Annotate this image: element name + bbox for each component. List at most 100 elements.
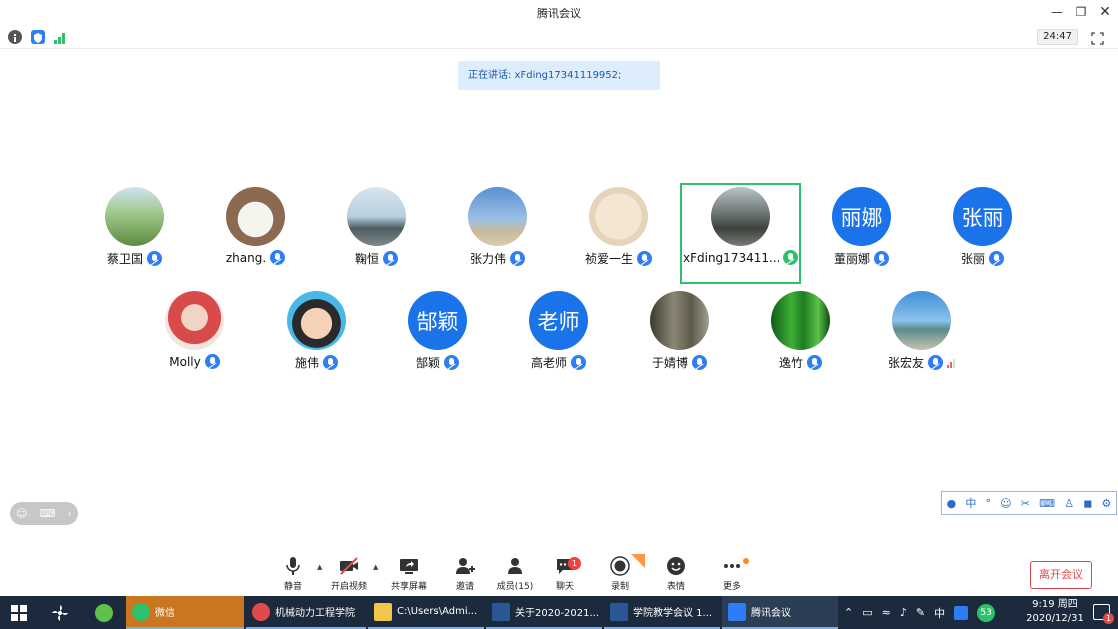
battery-icon[interactable]: ▭: [862, 606, 872, 619]
participant-tile[interactable]: 老师 高老师: [498, 287, 619, 388]
clock-date: 2020/12/31: [1026, 613, 1084, 624]
avatar: 老师: [529, 291, 588, 350]
start-button[interactable]: [0, 596, 38, 629]
taskbar-app-explorer[interactable]: C:\Users\Admi...: [368, 596, 484, 629]
more-notification-dot: [743, 558, 749, 564]
notification-center-icon[interactable]: 1: [1093, 604, 1114, 624]
participant-name: 张宏友: [887, 356, 924, 370]
taskbar-app-word-2[interactable]: 学院教学会议 1...: [604, 596, 720, 629]
participant-tile[interactable]: zhang.: [195, 183, 316, 284]
tray-security-badge[interactable]: 53: [977, 603, 996, 622]
invite-button[interactable]: 邀请: [440, 556, 490, 596]
network-signal-icon[interactable]: [53, 30, 67, 44]
folder-icon: [374, 602, 392, 621]
video-options-caret[interactable]: ▲: [373, 563, 378, 571]
participant-tile[interactable]: 张丽 张丽: [922, 183, 1043, 284]
soft-keyboard-icon[interactable]: ⌨: [1039, 497, 1055, 510]
participant-tile[interactable]: 祯爱一生: [558, 183, 679, 284]
ime-logo-icon[interactable]: ●: [947, 497, 957, 510]
mic-on-icon: [147, 251, 162, 266]
settings-gear-icon[interactable]: ⚙: [1102, 497, 1112, 510]
mic-on-icon: [204, 354, 220, 369]
ime-toolbar[interactable]: ● 中 ° ☺ ✂ ⌨ ♙ ◼ ⚙: [941, 491, 1117, 515]
video-off-icon: [340, 557, 358, 575]
members-label: 成员(15): [496, 582, 534, 592]
reactions-button[interactable]: 表情: [651, 556, 701, 596]
minimize-icon[interactable]: —: [1049, 4, 1065, 20]
pinned-app-green-icon[interactable]: [84, 596, 124, 629]
avatar: [892, 291, 951, 350]
chevron-left-icon[interactable]: ‹: [68, 507, 72, 520]
share-screen-button[interactable]: 共享屏幕: [384, 556, 434, 596]
keyboard-icon[interactable]: ⌨: [40, 507, 56, 520]
members-button[interactable]: 成员(15): [490, 556, 540, 596]
more-label: 更多: [722, 582, 741, 592]
avatar: 丽娜: [832, 187, 891, 246]
record-button[interactable]: 录制: [595, 554, 645, 596]
leave-meeting-button[interactable]: 离开会议: [1030, 561, 1092, 589]
pen-icon[interactable]: ✎: [916, 606, 925, 619]
meeting-info-bar: 24:47: [0, 25, 1118, 49]
taskbar-app-browser[interactable]: 机械动力工程学院: [246, 596, 366, 629]
ime-emoji-icon[interactable]: ☺: [1000, 497, 1011, 510]
volume-icon[interactable]: ♪: [900, 606, 907, 619]
participant-tile[interactable]: 张力伟: [437, 183, 558, 284]
fullscreen-icon[interactable]: [1091, 30, 1104, 45]
participant-tile[interactable]: 丽娜 董丽娜: [801, 183, 922, 284]
taskbar-clock[interactable]: 9:19 周四 2020/12/31: [1022, 598, 1088, 626]
share-label: 共享屏幕: [390, 582, 427, 592]
user-icon[interactable]: ♙: [1064, 497, 1074, 510]
share-screen-icon: [400, 559, 418, 574]
punctuation-icon[interactable]: °: [986, 497, 992, 510]
avatar: [711, 187, 770, 246]
mic-on-icon: [874, 251, 889, 266]
mute-label: 静音: [283, 582, 302, 592]
audio-level-icon: [947, 358, 955, 368]
participant-tile[interactable]: 逸竹: [740, 287, 861, 388]
floating-toolbar[interactable]: ☺ ⌨ ‹: [10, 502, 78, 525]
participant-tile[interactable]: 施伟: [256, 287, 377, 388]
info-icon[interactable]: [8, 30, 22, 44]
windows-taskbar: 微信 机械动力工程学院 C:\Users\Admi... 关于2020-2021…: [0, 596, 1118, 629]
restore-icon[interactable]: ❐: [1073, 4, 1089, 20]
browser-icon: [252, 602, 270, 621]
avatar: [589, 187, 648, 246]
skin-icon[interactable]: ◼: [1083, 497, 1092, 510]
mic-on-icon: [444, 355, 459, 370]
mic-on-icon: [270, 250, 286, 265]
participant-tile[interactable]: 蔡卫国: [74, 183, 195, 284]
mic-on-icon: [692, 355, 707, 370]
participant-tile[interactable]: 张宏友: [861, 287, 982, 388]
shield-icon[interactable]: [31, 30, 45, 44]
participant-tile[interactable]: 于婧博: [619, 287, 740, 388]
chat-unread-badge: 1: [568, 557, 581, 570]
close-icon[interactable]: ✕: [1097, 4, 1113, 20]
participant-tile[interactable]: 鞠恒: [316, 183, 437, 284]
tray-app-icon[interactable]: [954, 605, 969, 620]
notification-count: 1: [1103, 613, 1114, 624]
title-bar: 腾讯会议 — ❐ ✕: [0, 0, 1118, 25]
participant-tile-active-speaker[interactable]: xFding173411...: [680, 183, 801, 284]
record-icon: [610, 556, 630, 576]
mic-on-icon: [510, 251, 525, 266]
participant-tile[interactable]: 郜颖 郜颖: [377, 287, 498, 388]
wifi-icon[interactable]: ≈: [882, 606, 891, 619]
taskbar-app-tencent-meeting[interactable]: 腾讯会议: [722, 596, 838, 629]
reactions-label: 表情: [666, 582, 685, 592]
mic-on-icon: [807, 355, 822, 370]
taskbar-app-word-1[interactable]: 关于2020-2021...: [486, 596, 602, 629]
tray-language[interactable]: 中: [934, 605, 945, 621]
mic-options-caret[interactable]: ▲: [317, 563, 322, 571]
participant-name: zhang.: [225, 250, 267, 265]
taskbar-app-wechat[interactable]: 微信: [126, 596, 244, 629]
more-button[interactable]: 更多: [707, 556, 757, 596]
chat-button[interactable]: 1 聊天: [540, 556, 590, 596]
ime-language-toggle[interactable]: 中: [965, 495, 976, 511]
tray-expand-icon[interactable]: ⌃: [844, 606, 853, 619]
mute-button[interactable]: 静音: [268, 556, 318, 596]
pinned-app-fan-icon[interactable]: [40, 596, 80, 629]
scissors-icon[interactable]: ✂: [1021, 497, 1030, 510]
participant-tile[interactable]: Molly: [134, 287, 255, 388]
emoji-icon[interactable]: ☺: [16, 507, 27, 520]
start-video-button[interactable]: 开启视频: [324, 556, 374, 596]
